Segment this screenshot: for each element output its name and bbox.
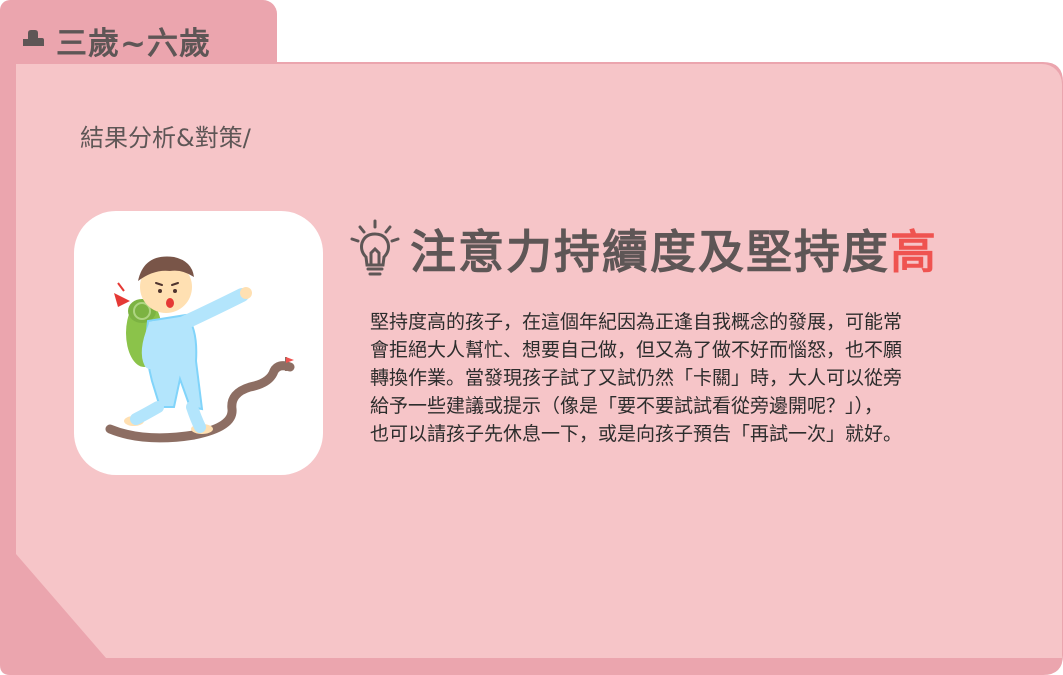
heading-main: 注意力持續度及堅持度 <box>410 225 890 279</box>
paragraph-line: 也可以請孩子先休息一下，或是向孩子預告「再試一次」就好。 <box>370 423 903 445</box>
paragraph-line: 會拒絕大人幫忙、想要自己做，但又為了做不好而惱怒，也不願 <box>370 339 903 361</box>
section-subtitle: 結果分析&對策/ <box>80 124 251 152</box>
rock-icon <box>23 30 44 46</box>
heading-highlight: 高 <box>890 225 938 279</box>
illustration-frame <box>74 211 323 475</box>
paragraph-line: 給予一些建議或提示（像是「要不要試試看從旁邊開呢？」）， <box>370 395 884 417</box>
paragraph-line: 堅持度高的孩子，在這個年紀因為正逢自我概念的發展，可能常 <box>370 311 903 333</box>
paragraph-line: 轉換作業。當發現孩子試了又試仍然「卡關」時，大人可以從旁 <box>370 367 903 389</box>
lightbulb-icon <box>350 219 400 276</box>
toddler-hiking-pointing-illustration <box>105 256 295 443</box>
age-range-label: 三歲~六歲 <box>56 26 211 62</box>
description-paragraph: 堅持度高的孩子，在這個年紀因為正逢自我概念的發展，可能常 會拒絕大人幫忙、想要自… <box>370 308 990 448</box>
page-heading: 注意力持續度及堅持度高 <box>410 222 938 282</box>
